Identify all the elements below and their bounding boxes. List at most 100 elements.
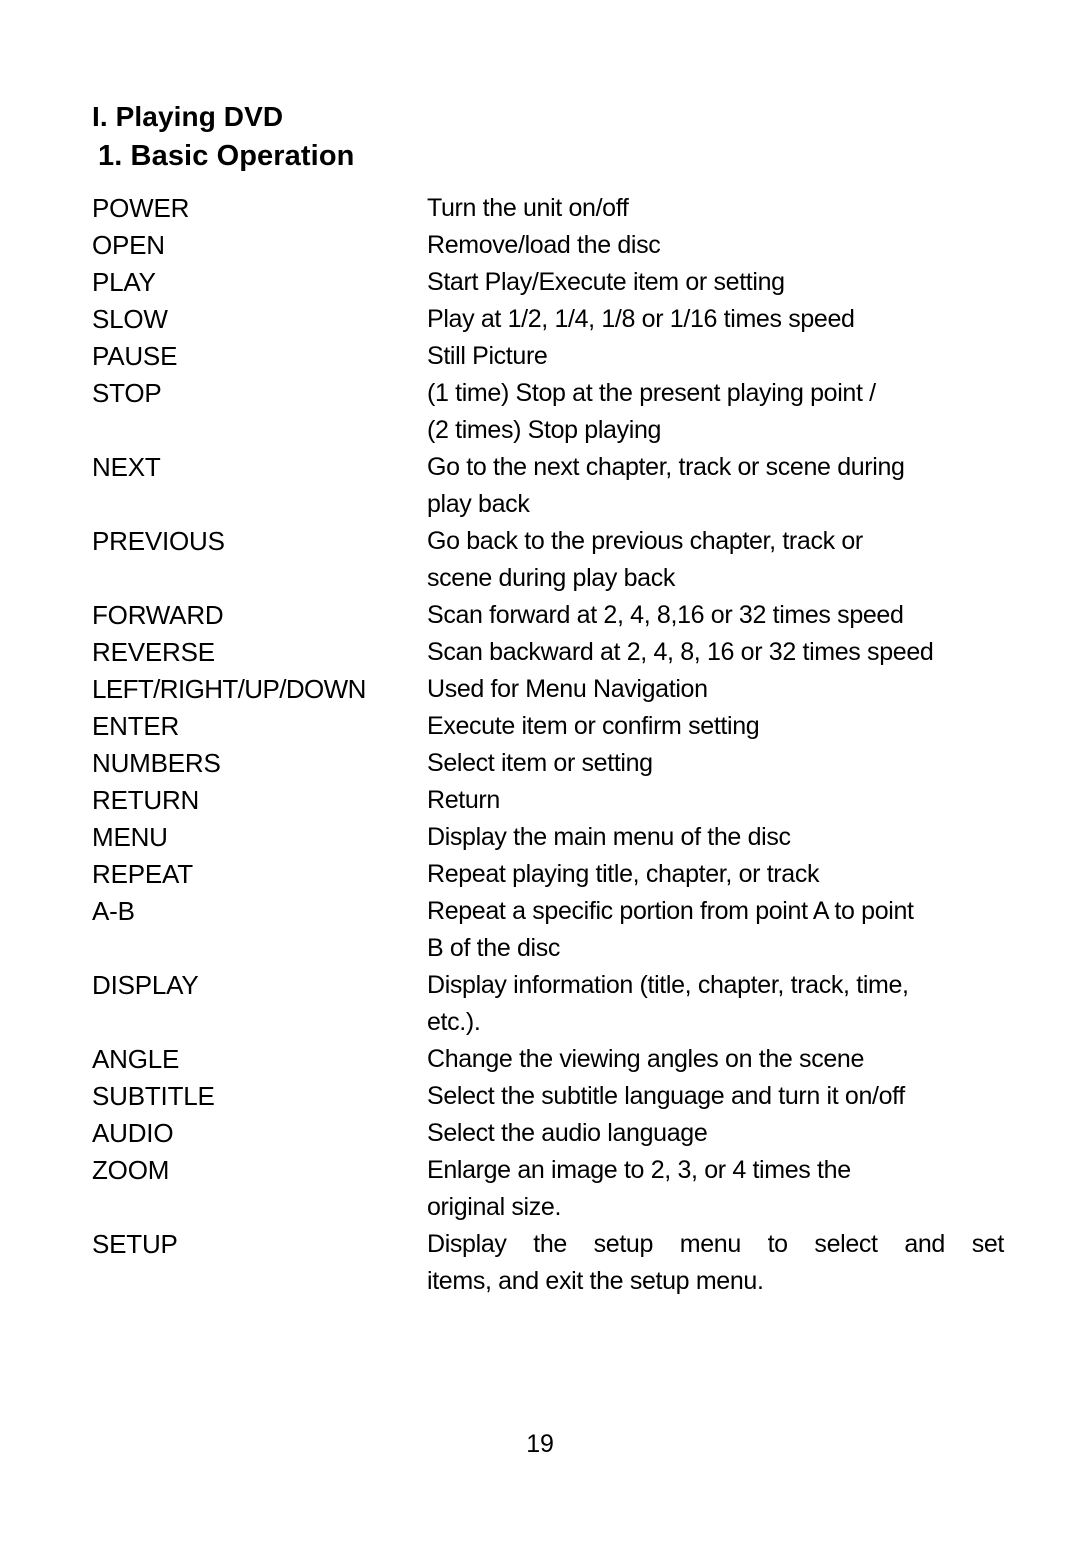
operation-description: Scan forward at 2, 4, 8,16 or 32 times s… <box>427 597 1002 634</box>
operation-description: Repeat playing title, chapter, or track <box>427 856 1002 893</box>
operation-term: REVERSE <box>92 637 215 667</box>
table-row: PREVIOUS Go back to the previous chapter,… <box>92 523 1002 597</box>
operation-term: ANGLE <box>92 1044 180 1074</box>
operation-description: Go to the next chapter, track or scene d… <box>427 449 1002 523</box>
operation-term: LEFT/RIGHT/UP/DOWN <box>92 674 366 704</box>
description-line: Change the viewing angles on the scene <box>427 1045 865 1073</box>
operation-term: PREVIOUS <box>92 526 225 556</box>
operation-description: Repeat a specific portion from point A t… <box>427 893 1002 967</box>
description-line: Still Picture <box>427 342 548 370</box>
table-row: LEFT/RIGHT/UP/DOWN Used for Menu Navigati… <box>92 671 1002 708</box>
table-row: SLOW Play at 1/2, 1/4, 1/8 or 1/16 times … <box>92 301 1002 338</box>
description-line: Execute item or confirm setting <box>427 712 760 740</box>
table-row: NUMBERS Select item or setting <box>92 745 1002 782</box>
table-row: ZOOM Enlarge an image to 2, 3, or 4 times… <box>92 1152 1002 1226</box>
description-line: Select the audio language <box>427 1119 708 1147</box>
operation-description: Display the setup menu to select and set… <box>427 1226 1004 1300</box>
operation-description: Turn the unit on/off <box>427 190 1002 227</box>
operation-term: FORWARD <box>92 600 224 630</box>
operation-term: NUMBERS <box>92 748 221 778</box>
table-row: POWER Turn the unit on/off <box>92 190 1002 227</box>
operation-term: OPEN <box>92 230 165 260</box>
description-line: Go to the next chapter, track or scene d… <box>427 453 905 481</box>
operation-description: Remove/load the disc <box>427 227 1002 264</box>
table-row: FORWARD Scan forward at 2, 4, 8,16 or 32 … <box>92 597 1002 634</box>
table-row: OPEN Remove/load the disc <box>92 227 1002 264</box>
table-row: SUBTITLE Select the subtitle language and… <box>92 1078 1002 1115</box>
table-row: PLAY Start Play/Execute item or setting <box>92 264 1002 301</box>
operation-description: Display information (title, chapter, tra… <box>427 967 1002 1041</box>
operation-term: NEXT <box>92 452 161 482</box>
description-line: (1 time) Stop at the present playing poi… <box>427 379 876 407</box>
description-line: items, and exit the setup menu. <box>427 1267 764 1295</box>
description-line: scene during play back <box>427 564 676 592</box>
operation-description: Change the viewing angles on the scene <box>427 1041 1002 1078</box>
operation-description: Enlarge an image to 2, 3, or 4 times the… <box>427 1152 1002 1226</box>
description-line: Enlarge an image to 2, 3, or 4 times the <box>427 1156 851 1184</box>
operation-description: Execute item or confirm setting <box>427 708 1002 745</box>
operation-term: A-B <box>92 896 135 926</box>
operation-term: SUBTITLE <box>92 1081 215 1111</box>
operation-term: DISPLAY <box>92 970 199 1000</box>
description-line: Select the subtitle language and turn it… <box>427 1082 905 1110</box>
table-row: REVERSE Scan backward at 2, 4, 8, 16 or 3… <box>92 634 1002 671</box>
operation-description: Select the subtitle language and turn it… <box>427 1078 1002 1115</box>
table-row: RETURN Return <box>92 782 1002 819</box>
operation-description: Play at 1/2, 1/4, 1/8 or 1/16 times spee… <box>427 301 1002 338</box>
description-line: Play at 1/2, 1/4, 1/8 or 1/16 times spee… <box>427 305 855 333</box>
document-page: I. Playing DVD 1. Basic Operation POWER T… <box>0 0 1080 1562</box>
operation-description: (1 time) Stop at the present playing poi… <box>427 375 1002 449</box>
operation-description: Return <box>427 782 1002 819</box>
operation-description: Start Play/Execute item or setting <box>427 264 1002 301</box>
description-line: Turn the unit on/off <box>427 194 629 222</box>
page-headings: I. Playing DVD 1. Basic Operation <box>92 98 992 176</box>
table-row: NEXT Go to the next chapter, track or sce… <box>92 449 1002 523</box>
table-row: MENU Display the main menu of the disc <box>92 819 1002 856</box>
description-line: Repeat playing title, chapter, or track <box>427 860 820 888</box>
operation-term: ENTER <box>92 711 180 741</box>
description-line: original size. <box>427 1193 562 1221</box>
operation-term: AUDIO <box>92 1118 174 1148</box>
description-line: Remove/load the disc <box>427 231 661 259</box>
description-line: Start Play/Execute item or setting <box>427 268 785 296</box>
table-row: AUDIO Select the audio language <box>92 1115 1002 1152</box>
table-row: SETUP Display the setup menu to select an… <box>92 1226 1004 1300</box>
basic-operation-table: POWER Turn the unit on/off OPEN Remove/load… <box>92 190 1004 1300</box>
operation-term: PAUSE <box>92 341 178 371</box>
page-number: 19 <box>526 1430 554 1458</box>
operation-term: SLOW <box>92 304 168 334</box>
operation-description: Display the main menu of the disc <box>427 819 1002 856</box>
description-line: etc.). <box>427 1008 481 1036</box>
operation-description: Used for Menu Navigation <box>427 671 1002 708</box>
operation-term: ZOOM <box>92 1155 170 1185</box>
operation-term: SETUP <box>92 1229 178 1259</box>
description-line: Scan forward at 2, 4, 8,16 or 32 times s… <box>427 601 904 629</box>
operation-term: PLAY <box>92 267 156 297</box>
description-line: B of the disc <box>427 934 561 962</box>
description-line: play back <box>427 490 530 518</box>
operation-description: Go back to the previous chapter, track o… <box>427 523 1002 597</box>
table-row: STOP (1 time) Stop at the present playing… <box>92 375 1002 449</box>
operation-term: POWER <box>92 193 190 223</box>
section-heading: I. Playing DVD <box>92 101 284 132</box>
description-line: Scan backward at 2, 4, 8, 16 or 32 times… <box>427 638 934 666</box>
description-line: Return <box>427 786 500 814</box>
subsection-heading: 1. Basic Operation <box>98 140 355 172</box>
description-line: Display information (title, chapter, tra… <box>427 971 909 999</box>
description-line: (2 times) Stop playing <box>427 416 662 444</box>
description-line: Repeat a specific portion from point A t… <box>427 897 914 925</box>
operation-term: REPEAT <box>92 859 193 889</box>
operation-term: STOP <box>92 378 162 408</box>
operation-description: Scan backward at 2, 4, 8, 16 or 32 times… <box>427 634 1002 671</box>
table-row: PAUSE Still Picture <box>92 338 1002 375</box>
description-line: Display the main menu of the disc <box>427 823 791 851</box>
description-line: Display the setup menu to select and set <box>427 1230 1004 1258</box>
description-line: Select item or setting <box>427 749 653 777</box>
operation-description: Still Picture <box>427 338 1002 375</box>
table-row: ANGLE Change the viewing angles on the sc… <box>92 1041 1002 1078</box>
table-row: REPEAT Repeat playing title, chapter, or … <box>92 856 1002 893</box>
description-line: Used for Menu Navigation <box>427 675 708 703</box>
description-line: Go back to the previous chapter, track o… <box>427 527 863 555</box>
operation-term: RETURN <box>92 785 200 815</box>
operation-description: Select item or setting <box>427 745 1002 782</box>
